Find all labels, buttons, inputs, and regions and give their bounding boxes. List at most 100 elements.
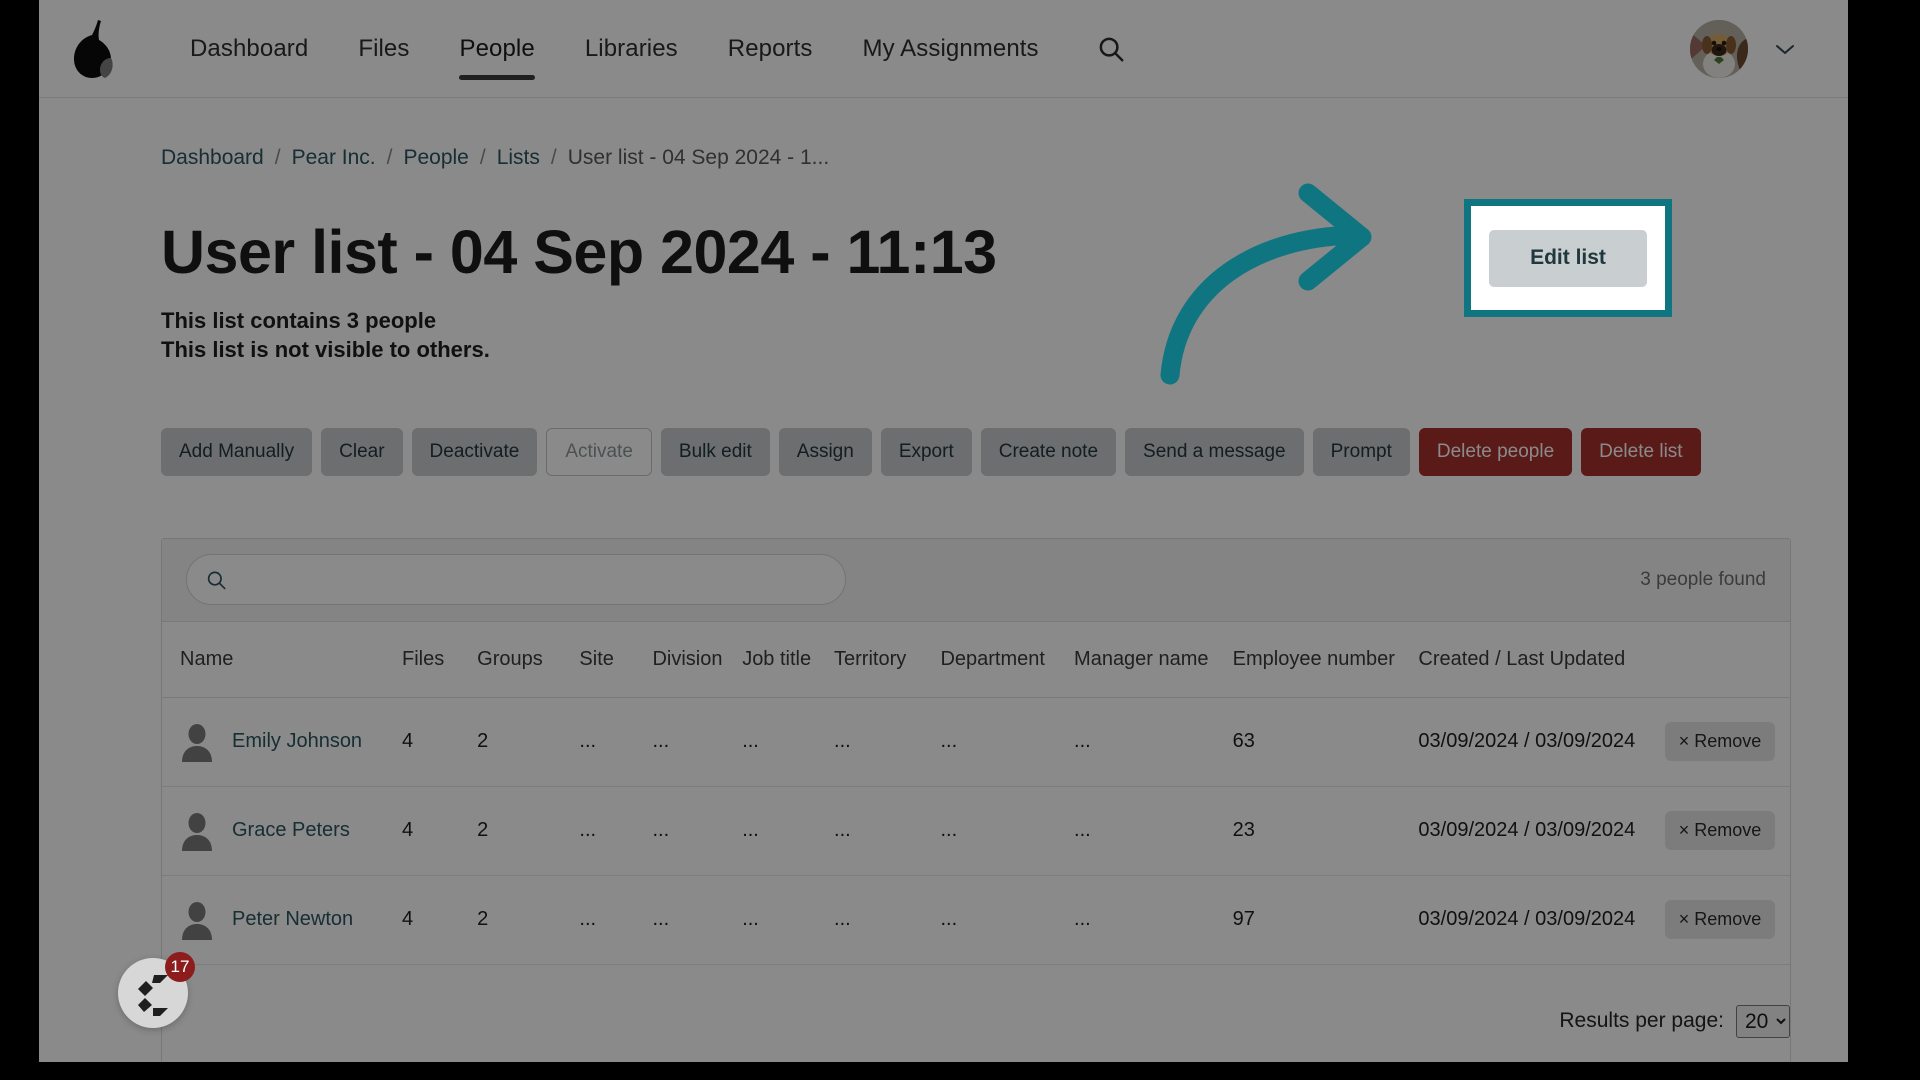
application-window: Dashboard Files People Libraries Reports… <box>39 0 1848 1062</box>
column-header-site[interactable]: Site <box>579 621 653 698</box>
avatar[interactable] <box>1690 19 1748 78</box>
prompt-button[interactable]: Prompt <box>1312 428 1410 476</box>
remove-person-button[interactable]: × Remove <box>1664 722 1776 762</box>
cell-division: ... <box>652 786 743 876</box>
person-name-link[interactable]: Emily Johnson <box>232 730 362 753</box>
edit-list-button[interactable]: Edit list <box>1489 229 1647 287</box>
breadcrumb-separator: / <box>274 146 281 169</box>
send-a-message-button[interactable]: Send a message <box>1125 428 1304 476</box>
nav-item-label: Files <box>358 34 410 62</box>
delete-people-button[interactable]: Delete people <box>1418 428 1573 476</box>
search-icon[interactable] <box>1094 32 1128 66</box>
person-avatar-icon <box>182 901 212 940</box>
search-icon-glyph <box>1099 37 1124 61</box>
chevron-down-icon[interactable] <box>1774 42 1796 56</box>
cell-groups: 2 <box>477 786 580 876</box>
cell-created-updated: 03/09/2024 / 03/09/2024 <box>1418 786 1665 876</box>
pear-logo-icon[interactable] <box>69 18 121 80</box>
assign-button[interactable]: Assign <box>778 428 872 476</box>
table-footer: Results per page: 20 <box>162 965 1790 1062</box>
person-name-link[interactable]: Peter Newton <box>232 908 353 931</box>
column-header-job-title[interactable]: Job title <box>742 621 835 698</box>
cell-actions: × Remove <box>1664 875 1790 965</box>
cell-created-updated: 03/09/2024 / 03/09/2024 <box>1418 697 1665 787</box>
cell-territory: ... <box>834 697 941 787</box>
nav-item-people[interactable]: People <box>434 29 559 80</box>
cell-files: 4 <box>402 786 478 876</box>
nav-item-libraries[interactable]: Libraries <box>560 29 703 69</box>
action-button-row: Add Manually Clear Deactivate Activate B… <box>161 428 1791 476</box>
search-box[interactable] <box>186 554 846 606</box>
table-row[interactable]: Grace Peters 4 2 ... ... ... ... ... ...… <box>162 786 1790 876</box>
person-avatar-icon <box>182 723 212 762</box>
table-toolbar: 3 people found <box>162 538 1790 622</box>
cell-job-title: ... <box>742 786 835 876</box>
clear-button[interactable]: Clear <box>321 428 403 476</box>
nav-links: Dashboard Files People Libraries Reports… <box>165 29 1128 80</box>
export-button[interactable]: Export <box>880 428 972 476</box>
column-header-name[interactable]: Name <box>162 621 403 698</box>
table-row[interactable]: Peter Newton 4 2 ... ... ... ... ... ...… <box>162 875 1790 965</box>
cell-department: ... <box>940 697 1075 787</box>
nav-item-label: Libraries <box>584 34 678 62</box>
results-per-page-select[interactable]: 20 <box>1736 1004 1790 1038</box>
nav-item-label: Dashboard <box>190 34 309 62</box>
breadcrumb-separator: / <box>386 146 393 169</box>
column-header-department[interactable]: Department <box>940 621 1075 698</box>
chat-widget[interactable]: 17 <box>118 952 195 1028</box>
nav-item-my-assignments[interactable]: My Assignments <box>838 29 1064 69</box>
breadcrumb-separator: / <box>479 146 486 169</box>
cell-manager-name: ... <box>1074 697 1233 787</box>
pear-logo-glyph <box>74 19 113 78</box>
nav-item-dashboard[interactable]: Dashboard <box>165 29 333 69</box>
cell-groups: 2 <box>477 875 580 965</box>
table-head: Name Files Groups Site Division Job titl… <box>162 621 1790 698</box>
breadcrumb-item-dashboard[interactable]: Dashboard <box>161 146 264 170</box>
column-header-manager-name[interactable]: Manager name <box>1074 621 1233 698</box>
screenshot-root: Dashboard Files People Libraries Reports… <box>0 0 1920 1080</box>
cell-name: Grace Peters <box>162 786 403 876</box>
cell-site: ... <box>579 697 653 787</box>
nav-item-files[interactable]: Files <box>333 29 434 69</box>
breadcrumb-item-lists[interactable]: Lists <box>497 146 540 170</box>
column-header-files[interactable]: Files <box>402 621 478 698</box>
bulk-edit-button[interactable]: Bulk edit <box>660 428 770 476</box>
people-table-card: 3 people found Name Files Groups Site Di… <box>161 537 1791 1062</box>
top-navigation-bar: Dashboard Files People Libraries Reports… <box>39 0 1848 98</box>
column-header-territory[interactable]: Territory <box>834 621 941 698</box>
cell-groups: 2 <box>477 697 580 787</box>
delete-list-button[interactable]: Delete list <box>1581 428 1701 476</box>
cell-department: ... <box>940 875 1075 965</box>
cell-division: ... <box>652 697 743 787</box>
user-avatar-dog-icon <box>1690 19 1748 78</box>
remove-person-button[interactable]: × Remove <box>1664 900 1776 940</box>
chat-unread-badge: 17 <box>165 952 195 982</box>
nav-item-reports[interactable]: Reports <box>703 29 838 69</box>
cell-department: ... <box>940 786 1075 876</box>
breadcrumb-item-people[interactable]: People <box>403 146 468 170</box>
people-table: Name Files Groups Site Division Job titl… <box>162 621 1790 965</box>
results-found-text: 3 people found <box>1640 568 1766 590</box>
results-per-page-label: Results per page: <box>1559 1009 1724 1033</box>
column-header-division[interactable]: Division <box>652 621 743 698</box>
deactivate-button[interactable]: Deactivate <box>411 428 538 476</box>
breadcrumb-item-pear-inc[interactable]: Pear Inc. <box>292 146 376 170</box>
column-header-employee-number[interactable]: Employee number <box>1232 621 1419 698</box>
search-input[interactable] <box>239 567 827 592</box>
name-cell: Emily Johnson <box>180 722 402 762</box>
cell-site: ... <box>579 786 653 876</box>
add-manually-button[interactable]: Add Manually <box>161 428 313 476</box>
cell-actions: × Remove <box>1664 786 1790 876</box>
remove-person-button[interactable]: × Remove <box>1664 811 1776 851</box>
person-name-link[interactable]: Grace Peters <box>232 819 350 842</box>
column-header-groups[interactable]: Groups <box>477 621 580 698</box>
edit-list-highlight: Edit list <box>1464 199 1672 317</box>
table-row[interactable]: Emily Johnson 4 2 ... ... ... ... ... ..… <box>162 697 1790 787</box>
cell-manager-name: ... <box>1074 875 1233 965</box>
nav-item-label: My Assignments <box>862 34 1039 62</box>
cell-site: ... <box>579 875 653 965</box>
cell-territory: ... <box>834 875 941 965</box>
create-note-button[interactable]: Create note <box>980 428 1117 476</box>
nav-item-label: Reports <box>727 34 813 62</box>
column-header-created-updated[interactable]: Created / Last Updated <box>1418 621 1665 698</box>
